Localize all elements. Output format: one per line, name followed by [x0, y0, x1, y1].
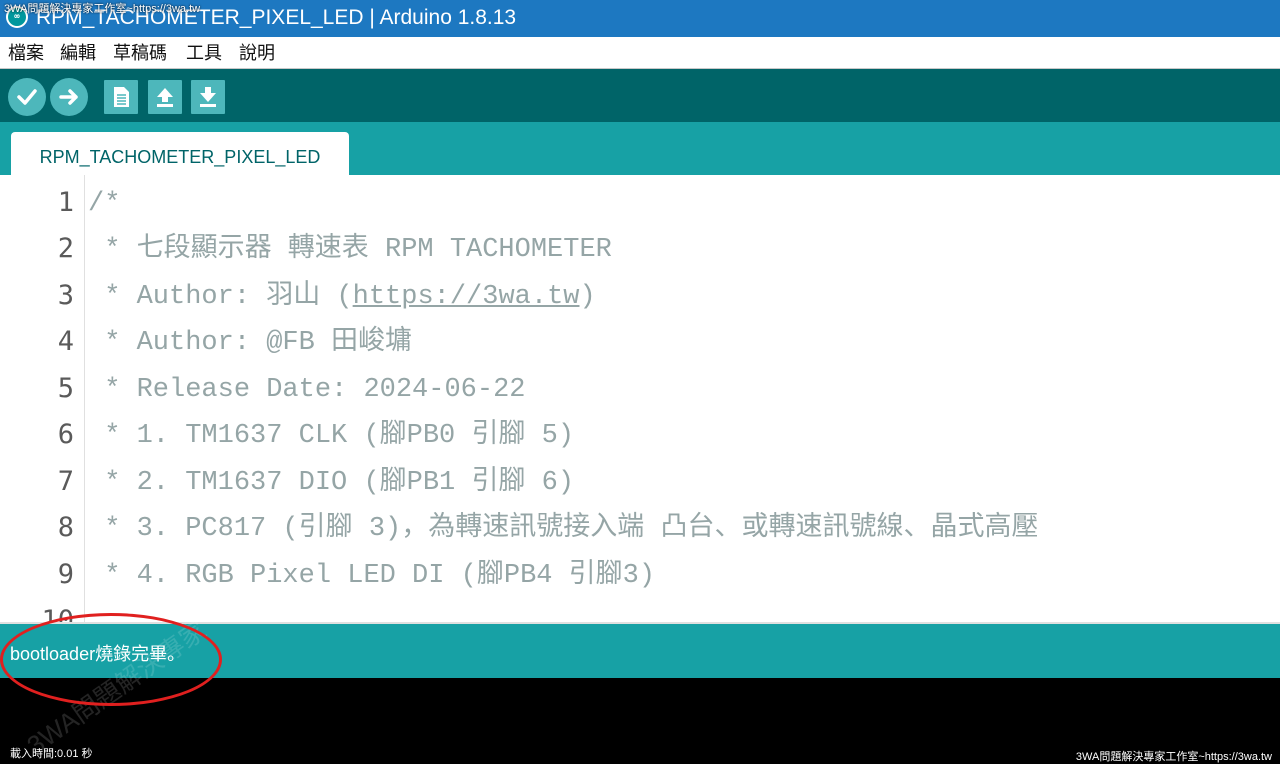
toolbar: [0, 69, 1280, 122]
code-line[interactable]: * 2. TM1637 DIO (腳PB1 引腳 6): [88, 467, 574, 499]
verify-check-icon: [17, 89, 37, 105]
line-number: 1: [57, 187, 74, 218]
code-line[interactable]: * 1. TM1637 CLK (腳PB0 引腳 5): [88, 420, 574, 452]
new-button[interactable]: [104, 80, 138, 114]
upload-arrow-icon: [59, 89, 78, 105]
line-number: 5: [57, 373, 74, 404]
code-text: * Author: 羽山 (: [88, 282, 353, 312]
code-line[interactable]: * Author: @FB 田峻墉: [88, 327, 412, 359]
watermark-top: 3WA問題解決專家工作室~https://3wa.tw: [4, 3, 201, 15]
line-number-gutter: 1 2 3 4 5 6 7 8 9 10: [0, 175, 85, 622]
save-down-arrow-icon: [200, 87, 216, 107]
open-up-arrow-icon: [157, 88, 173, 107]
code-editor[interactable]: 1 2 3 4 5 6 7 8 9 10 /* * 七段顯示器 轉速表 RPM …: [0, 175, 1280, 622]
line-number: 2: [57, 233, 74, 264]
line-number: 6: [57, 419, 74, 450]
line-number: 7: [57, 466, 74, 497]
code-link[interactable]: https://3wa.tw: [353, 282, 580, 312]
code-line[interactable]: * 七段顯示器 轉速表 RPM TACHOMETER: [88, 234, 612, 266]
code-line[interactable]: * 3. PC817 (引腳 3)，為轉速訊號接入端 凸台、或轉速訊號線、晶式高…: [88, 513, 1038, 545]
load-time-text: 載入時間:0.01 秒: [10, 748, 93, 760]
code-line[interactable]: * Author: 羽山 (https://3wa.tw): [88, 281, 596, 313]
menu-file[interactable]: 檔案: [8, 41, 44, 65]
line-number: 9: [57, 559, 74, 590]
code-line[interactable]: * Release Date: 2024-06-22: [88, 374, 525, 406]
line-number: 8: [57, 512, 74, 543]
code-line[interactable]: /*: [88, 188, 120, 220]
upload-button[interactable]: [50, 78, 88, 116]
line-number: 3: [57, 280, 74, 311]
menu-help[interactable]: 說明: [239, 41, 275, 65]
line-number: 4: [57, 326, 74, 357]
menu-bar: 檔案 編輯 草稿碼 工具 說明: [0, 37, 1280, 69]
code-text: ): [579, 282, 596, 312]
tab-bar: RPM_TACHOMETER_PIXEL_LED: [0, 122, 1280, 175]
menu-tools[interactable]: 工具: [186, 41, 222, 65]
menu-edit[interactable]: 編輯: [60, 41, 96, 65]
open-button[interactable]: [148, 80, 182, 114]
new-file-icon: [114, 87, 129, 107]
highlight-circle: [0, 613, 222, 706]
save-button[interactable]: [191, 80, 225, 114]
code-line[interactable]: * 4. RGB Pixel LED DI (腳PB4 引腳3): [88, 560, 655, 592]
verify-button[interactable]: [8, 78, 46, 116]
menu-sketch[interactable]: 草稿碼: [113, 41, 167, 65]
tab-sketch[interactable]: RPM_TACHOMETER_PIXEL_LED: [11, 132, 349, 175]
